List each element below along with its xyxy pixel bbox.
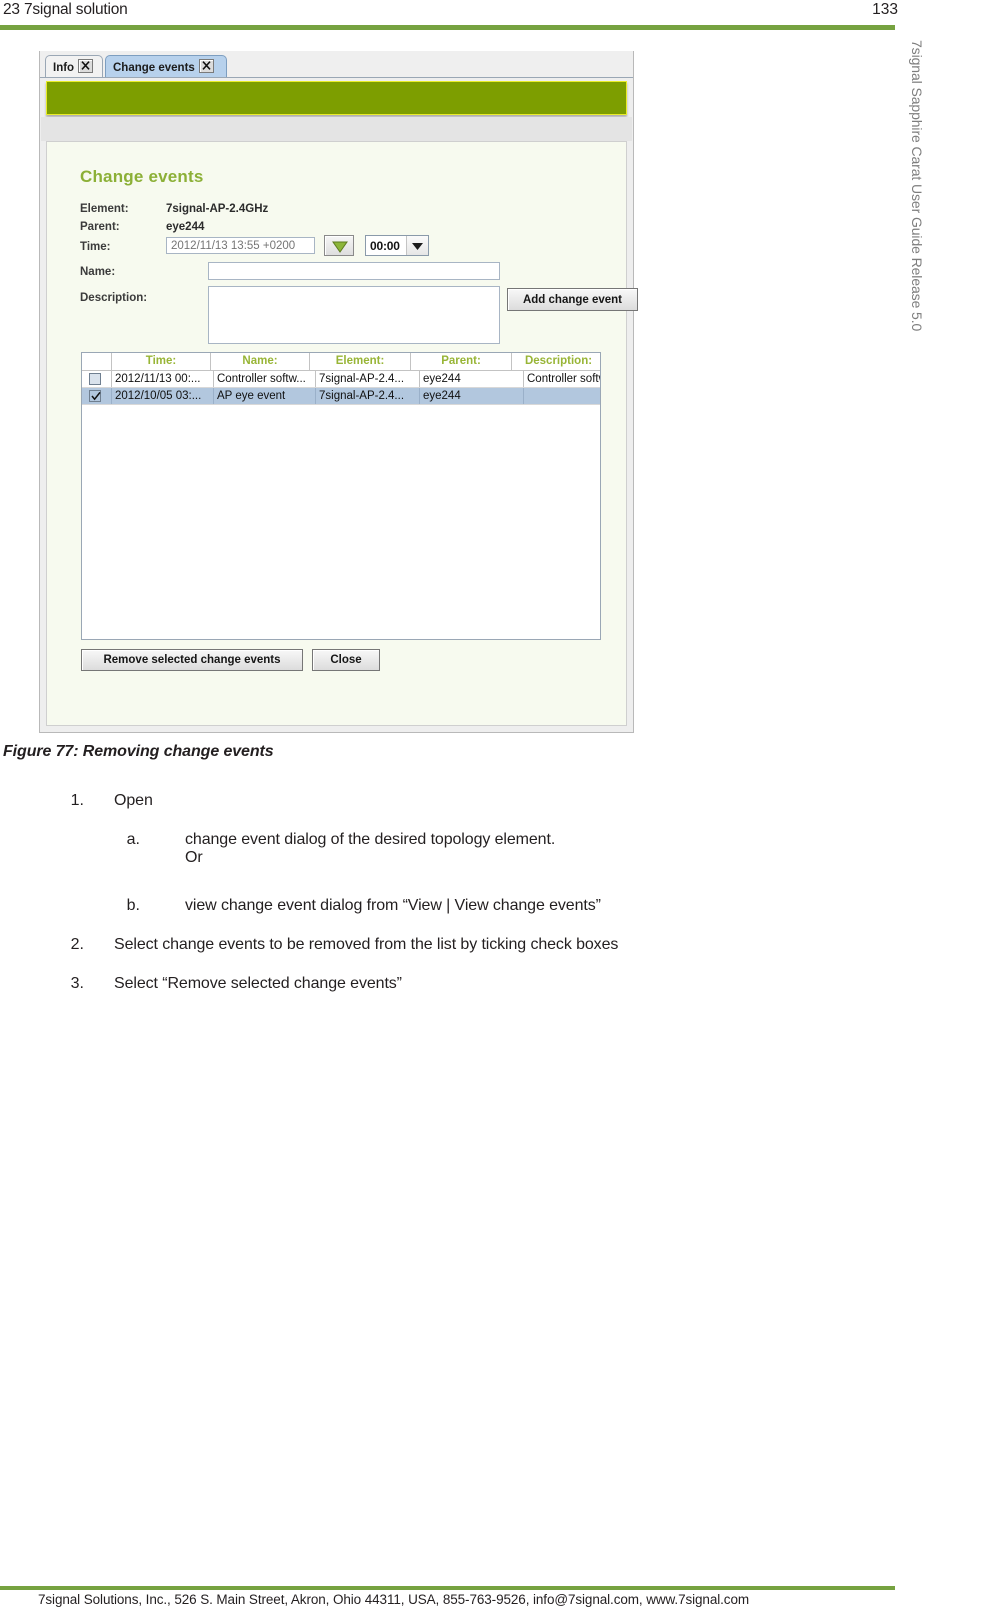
step-3-number: 3.	[70, 975, 84, 992]
step-3-text: Select “Remove selected change events”	[114, 975, 402, 992]
change-events-table[interactable]: Time: Name: Element: Parent: Description…	[81, 352, 601, 640]
close-button[interactable]: Close	[312, 649, 380, 671]
cell-element: 7signal-AP-2.4...	[316, 371, 420, 387]
cell-description	[524, 388, 600, 404]
cell-name: AP eye event	[214, 388, 316, 404]
panel-title: Change events	[80, 167, 204, 186]
step-2-text: Select change events to be removed from …	[114, 936, 619, 953]
app-banner-gap	[41, 117, 632, 141]
cell-time: 2012/10/05 03:...	[112, 388, 214, 404]
header-divider-rule	[0, 25, 895, 30]
row-checkbox[interactable]	[89, 373, 101, 385]
name-input[interactable]	[208, 262, 500, 280]
tab-change-events-label: Change events	[113, 62, 195, 74]
step-1-text: Open	[114, 792, 153, 809]
parent-value: eye244	[166, 221, 205, 233]
row-select-cell[interactable]	[82, 388, 112, 404]
step-1a-number: a.	[126, 831, 140, 848]
cell-parent: eye244	[420, 371, 524, 387]
change-events-panel: Change events Element: 7signal-AP-2.4GHz…	[46, 141, 638, 726]
table-header-row: Time: Name: Element: Parent: Description…	[82, 353, 600, 371]
time-label: Time:	[80, 241, 111, 253]
page-number: 133	[872, 1, 898, 18]
add-change-event-button[interactable]: Add change event	[507, 288, 638, 311]
column-header-element[interactable]: Element:	[310, 353, 411, 370]
column-header-time[interactable]: Time:	[112, 353, 211, 370]
time-of-day-value: 00:00	[370, 238, 400, 253]
description-label: Description:	[80, 292, 148, 304]
side-running-title: 7signal Sapphire Carat User Guide Releas…	[909, 40, 925, 332]
figure-screenshot: Info Change events Change events Element…	[39, 51, 638, 733]
figure-caption: Figure 77: Removing change events	[3, 743, 274, 760]
table-row[interactable]: 2012/10/05 03:... AP eye event 7signal-A…	[82, 388, 600, 405]
cell-element: 7signal-AP-2.4...	[316, 388, 420, 404]
time-input[interactable]	[166, 237, 315, 254]
step-1-number: 1.	[70, 792, 84, 809]
step-1b-number: b.	[126, 897, 140, 914]
row-checkbox[interactable]	[89, 390, 101, 402]
remove-selected-change-events-button[interactable]: Remove selected change events	[81, 649, 303, 671]
running-header-title: 23 7signal solution	[3, 1, 128, 18]
close-icon[interactable]	[78, 59, 94, 73]
chevron-down-icon[interactable]	[406, 236, 428, 255]
time-picker-button[interactable]	[324, 235, 354, 256]
tab-strip: Info Change events	[40, 51, 633, 78]
description-input[interactable]	[208, 286, 500, 344]
close-icon[interactable]	[198, 59, 214, 73]
step-1b-text: view change event dialog from “View | Vi…	[185, 897, 601, 914]
tab-info-label: Info	[53, 62, 75, 74]
time-of-day-select[interactable]: 00:00	[365, 235, 429, 256]
step-2-number: 2.	[70, 936, 84, 953]
row-select-cell[interactable]	[82, 371, 112, 387]
tab-info[interactable]: Info	[45, 55, 103, 77]
column-header-select[interactable]	[82, 353, 112, 370]
app-title-banner	[46, 81, 627, 115]
cell-description: Controller softw...	[527, 373, 600, 385]
column-header-name[interactable]: Name:	[211, 353, 310, 370]
cell-name: Controller softw...	[214, 371, 316, 387]
column-header-parent[interactable]: Parent:	[411, 353, 512, 370]
tab-change-events[interactable]: Change events	[105, 55, 227, 77]
column-header-description[interactable]: Description:	[512, 353, 600, 370]
page-header: 23 7signal solution 133	[0, 0, 981, 32]
name-label: Name:	[80, 266, 116, 278]
parent-label: Parent:	[80, 221, 120, 233]
step-1a-text: change event dialog of the desired topol…	[185, 831, 556, 866]
cell-time: 2012/11/13 00:...	[112, 371, 214, 387]
element-value: 7signal-AP-2.4GHz	[166, 203, 269, 215]
footer-divider-rule	[0, 1586, 895, 1590]
footer-text: 7signal Solutions, Inc., 526 S. Main Str…	[38, 1592, 750, 1607]
table-row[interactable]: 2012/11/13 00:... Controller softw... 7s…	[82, 371, 600, 388]
element-label: Element:	[80, 203, 129, 215]
cell-parent: eye244	[420, 388, 524, 404]
